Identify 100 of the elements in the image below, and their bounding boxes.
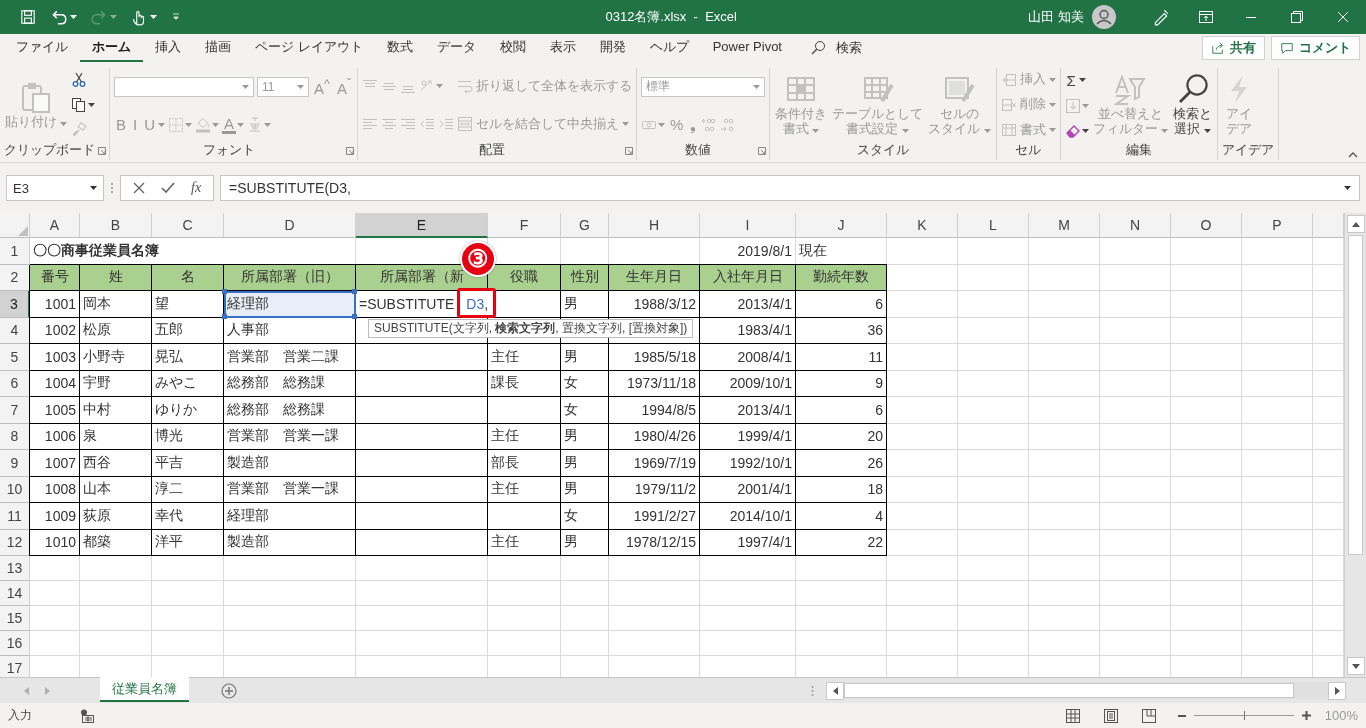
dialog-launcher-icon[interactable] <box>346 147 355 155</box>
previous-sheet-icon[interactable] <box>24 686 29 695</box>
column-header[interactable]: A <box>30 213 80 238</box>
scroll-down-button[interactable] <box>1346 657 1365 675</box>
merge-cells-icon <box>457 116 474 132</box>
dialog-launcher-icon[interactable] <box>98 147 106 155</box>
ribbon-tab[interactable]: 表示 <box>537 33 588 63</box>
row-header[interactable]: 7 <box>0 397 30 424</box>
undo-icon[interactable] <box>50 8 68 26</box>
save-icon[interactable] <box>19 8 37 26</box>
row-header[interactable]: 4 <box>0 317 30 344</box>
copy-icon[interactable] <box>71 97 88 113</box>
column-header[interactable]: N <box>1100 213 1171 238</box>
close-icon[interactable] <box>1337 11 1349 23</box>
scrollbar-thumb[interactable] <box>1348 235 1363 555</box>
highlight-frame <box>457 288 496 318</box>
scroll-left-button[interactable] <box>826 681 844 700</box>
column-header[interactable]: O <box>1171 213 1242 238</box>
row-header[interactable]: 5 <box>0 344 30 371</box>
ribbon-tab[interactable]: ページ レイアウト <box>243 33 375 63</box>
search-icon[interactable] <box>810 40 826 56</box>
row-header[interactable]: 10 <box>0 476 30 503</box>
row-header[interactable]: 2 <box>0 264 30 291</box>
check-icon[interactable] <box>161 182 175 194</box>
next-sheet-icon[interactable] <box>45 686 50 695</box>
dialog-launcher-icon[interactable] <box>758 147 767 155</box>
table-cell: 1980/4/26 <box>609 423 700 450</box>
share-button[interactable]: 共有 <box>1202 36 1265 60</box>
empty-cell <box>1171 556 1242 581</box>
caret-icon <box>1344 186 1351 190</box>
scissors-icon[interactable] <box>71 71 88 88</box>
search-label[interactable]: 検索 <box>836 39 862 57</box>
column-header[interactable]: L <box>958 213 1029 238</box>
row-header[interactable]: 15 <box>0 606 30 631</box>
scroll-right-button[interactable] <box>1328 681 1346 700</box>
column-header[interactable]: E <box>356 213 488 238</box>
caret-icon <box>242 84 249 89</box>
row-header[interactable]: 14 <box>0 581 30 606</box>
empty-cell <box>1171 370 1242 397</box>
dialog-launcher-icon[interactable] <box>625 147 634 155</box>
column-header[interactable]: P <box>1242 213 1313 238</box>
zoom-in-icon[interactable] <box>1301 711 1311 720</box>
row-header[interactable]: 8 <box>0 423 30 450</box>
column-header[interactable]: M <box>1029 213 1100 238</box>
page-break-icon[interactable] <box>1141 708 1156 723</box>
ribbon-tab[interactable]: 挿入 <box>143 33 193 63</box>
ribbon-display-icon[interactable] <box>1198 9 1214 25</box>
splitter-icon[interactable] <box>811 684 814 697</box>
group-label: スタイル <box>855 142 910 159</box>
insert-function-button[interactable]: fx <box>191 180 202 196</box>
add-sheet-icon[interactable] <box>221 682 237 699</box>
formula-field[interactable]: =SUBSTITUTE(D3, <box>220 175 1360 201</box>
ribbon-button[interactable]: 検索と 選択 <box>1172 73 1214 137</box>
row-header[interactable]: 9 <box>0 450 30 477</box>
row-header[interactable]: 6 <box>0 370 30 397</box>
comment-button[interactable]: コメント <box>1271 36 1360 60</box>
collapse-ribbon-icon[interactable] <box>1348 152 1358 158</box>
ribbon-tab[interactable]: 校閲 <box>487 33 538 63</box>
sheet-tab[interactable]: 従業員名簿 <box>100 677 189 702</box>
pen-icon[interactable] <box>1152 8 1170 26</box>
row-header[interactable]: 3 <box>0 291 30 318</box>
column-header[interactable]: G <box>561 213 609 238</box>
row-header[interactable]: 13 <box>0 556 30 581</box>
scrollbar-thumb[interactable] <box>844 683 1294 698</box>
format-button[interactable]: Σ <box>1064 71 1078 89</box>
row-header[interactable]: 11 <box>0 503 30 530</box>
empty-cell <box>152 631 224 656</box>
customize-caret-icon[interactable] <box>170 11 182 23</box>
ribbon-tab[interactable]: 数式 <box>374 33 425 63</box>
ribbon-tab[interactable]: データ <box>424 33 488 63</box>
avatar-icon[interactable] <box>1092 5 1116 29</box>
column-header[interactable]: C <box>152 213 224 238</box>
macro-record-icon[interactable] <box>80 708 94 723</box>
row-header[interactable]: 16 <box>0 631 30 656</box>
scroll-up-button[interactable] <box>1346 215 1365 233</box>
window-title: 0312名簿.xlsx - Excel <box>604 8 738 26</box>
caret-icon <box>297 84 304 89</box>
ribbon-tab[interactable]: 描画 <box>193 33 243 63</box>
cancel-icon[interactable] <box>133 182 145 194</box>
normal-view-icon[interactable] <box>1065 708 1080 723</box>
name-box[interactable]: E3 <box>6 175 104 201</box>
ribbon-tab[interactable]: 開発 <box>587 33 638 63</box>
ribbon-tab[interactable]: ファイル <box>4 33 80 63</box>
column-header[interactable]: J <box>796 213 887 238</box>
row-header[interactable]: 12 <box>0 529 30 556</box>
column-header[interactable]: B <box>80 213 152 238</box>
ribbon-tab[interactable]: Power Pivot <box>700 35 794 61</box>
table-cell: 1006 <box>30 423 80 450</box>
column-header[interactable]: I <box>700 213 796 238</box>
row-header[interactable]: 1 <box>0 238 30 265</box>
column-header[interactable]: D <box>224 213 356 238</box>
restore-icon[interactable] <box>1291 11 1303 23</box>
page-layout-icon[interactable] <box>1103 708 1118 723</box>
column-header[interactable]: K <box>887 213 958 238</box>
column-header[interactable]: F <box>488 213 561 238</box>
column-header[interactable]: H <box>609 213 700 238</box>
ribbon-tab[interactable]: ヘルプ <box>637 33 701 63</box>
empty-cell <box>1242 556 1313 581</box>
empty-cell <box>1171 631 1242 656</box>
row-header[interactable]: 17 <box>0 656 30 677</box>
